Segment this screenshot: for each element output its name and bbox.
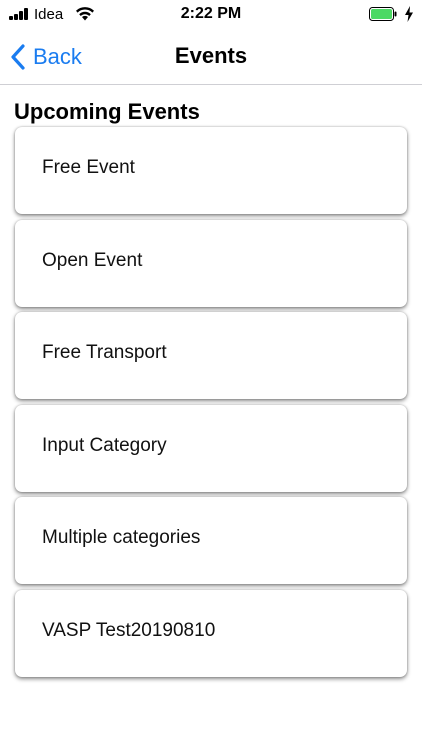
event-card[interactable]: Input Category: [15, 404, 407, 492]
event-list: Free Event Open Event Free Transport Inp…: [15, 127, 407, 682]
event-card[interactable]: Free Transport: [15, 312, 407, 399]
event-card[interactable]: Open Event: [15, 219, 407, 307]
event-label: Free Transport: [42, 342, 167, 363]
event-label: Multiple categories: [42, 527, 201, 548]
event-label: Input Category: [42, 434, 167, 456]
battery-icon: [369, 7, 397, 21]
event-card[interactable]: VASP Test20190810: [15, 589, 407, 677]
event-label: Free Event: [42, 157, 135, 178]
status-bar: Idea 2:22 PM: [0, 0, 422, 30]
status-time: 2:22 PM: [180, 5, 242, 22]
navigation-bar: Back Events: [0, 30, 422, 85]
event-card[interactable]: Free Event: [15, 127, 407, 214]
page-title: Events: [174, 43, 248, 68]
event-label: VASP Test20190810: [42, 619, 216, 641]
charging-bolt-icon: [404, 6, 414, 22]
section-title: Upcoming Events: [14, 99, 200, 124]
event-card[interactable]: Multiple categories: [15, 497, 407, 584]
event-label: Open Event: [42, 249, 143, 271]
